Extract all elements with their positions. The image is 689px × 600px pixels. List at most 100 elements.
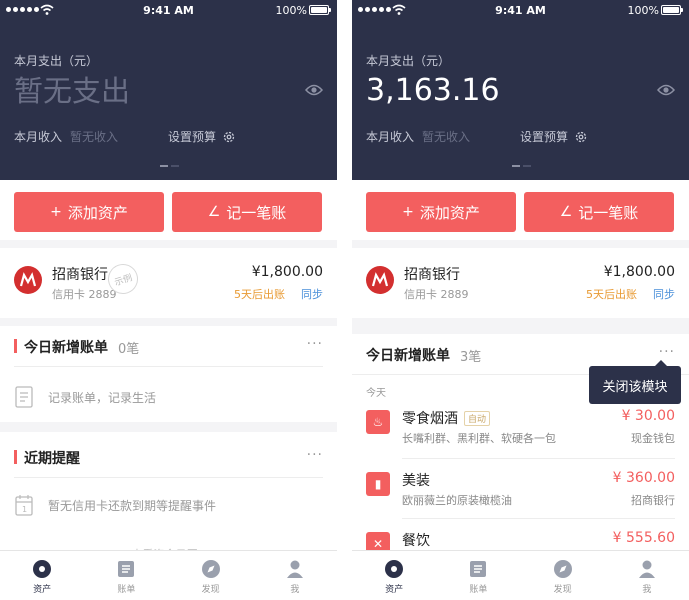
- status-bar: 9:41 AM 100%: [352, 0, 689, 22]
- new-bills-header: 今日新增账单 0笔 ···: [0, 326, 337, 366]
- tab-discover-label: 发现: [201, 585, 220, 595]
- bank-account-card[interactable]: 招商银行 信用卡 2889 示例 ¥1,800.00 5天后出账 同步: [0, 248, 337, 318]
- profile-icon: [638, 560, 655, 578]
- bank-logo-icon: [14, 266, 42, 294]
- bank-logo-icon: [366, 266, 394, 294]
- tab-discover-label: 发现: [553, 585, 572, 595]
- tab-bills-label: 账单: [117, 585, 136, 595]
- tab-bar: 资产 账单 发现 我: [0, 550, 337, 600]
- reminders-card: 近期提醒 ··· 1 暂无信用卡还款到期等提醒事件: [0, 432, 337, 552]
- stage: 9:41 AM 100% 本月支出（元） 暂无支出 本月收入 暂无收入 设置预算…: [0, 0, 689, 600]
- bank-account-card[interactable]: 招商银行 信用卡 2889 ¥1,800.00 5天后出账 同步: [352, 248, 689, 318]
- tab-bar: 资产 账单 发现 我: [352, 550, 689, 600]
- tab-bills-label: 账单: [469, 585, 488, 595]
- eye-icon[interactable]: [657, 83, 675, 97]
- tab-discover[interactable]: 发现: [169, 551, 253, 600]
- bank-card-number: 信用卡 2889: [52, 288, 117, 301]
- divider: [14, 366, 323, 367]
- set-budget-label: 设置预算: [168, 130, 217, 144]
- discover-icon: [553, 560, 572, 578]
- calendar-icon: 1: [15, 495, 33, 516]
- battery-percent: 100%: [275, 4, 307, 17]
- battery-icon: [309, 5, 331, 15]
- bank-name: 招商银行: [52, 267, 108, 283]
- sync-button[interactable]: 同步: [301, 286, 323, 302]
- section-marker: [14, 339, 17, 353]
- bill-account: 现金钱包: [631, 432, 675, 445]
- tab-assets-label: 资产: [33, 585, 52, 595]
- bill-due-status: 5天后出账: [586, 288, 637, 301]
- tab-bills[interactable]: 账单: [436, 551, 520, 600]
- bill-title: 零食烟酒 自动: [402, 408, 491, 428]
- record-bill-button[interactable]: ∠ 记一笔账: [524, 192, 674, 232]
- tab-profile[interactable]: 我: [253, 551, 337, 600]
- pencil-icon: ∠: [559, 204, 573, 220]
- cosmetics-icon: ▮: [366, 472, 390, 496]
- record-bill-button[interactable]: ∠ 记一笔账: [172, 192, 322, 232]
- bills-icon: [118, 561, 135, 577]
- divider: [402, 458, 675, 459]
- document-icon: [15, 386, 33, 408]
- bill-title: 美装: [402, 470, 430, 490]
- more-icon[interactable]: ···: [307, 447, 323, 463]
- bill-item[interactable]: ▮ 美装 欧丽薇兰的原装橄榄油 ¥ 360.00 招商银行: [352, 462, 689, 520]
- bank-balance: ¥1,800.00: [603, 264, 675, 280]
- sync-button[interactable]: 同步: [653, 286, 675, 302]
- reminders-empty: 1 暂无信用卡还款到期等提醒事件: [14, 494, 216, 516]
- bill-due-status: 5天后出账: [234, 288, 285, 301]
- tab-assets[interactable]: 资产: [0, 551, 84, 600]
- bill-item[interactable]: ♨ 零食烟酒 自动 长嘴利群、黑利群、软硬各一包 ¥ 30.00 现金钱包: [352, 400, 689, 458]
- tab-discover[interactable]: 发现: [521, 551, 605, 600]
- plus-icon: +: [402, 204, 414, 220]
- phone-screen-with-bills: 9:41 AM 100% 本月支出（元） 3,163.16 本月收入 暂无收入 …: [352, 0, 689, 600]
- gear-icon: [223, 131, 235, 142]
- reminders-header: 近期提醒 ···: [0, 437, 337, 477]
- close-module-tooltip[interactable]: 关闭该模块: [589, 360, 681, 404]
- status-bar: 9:41 AM 100%: [0, 0, 337, 22]
- month-expense-amount: 3,163.16: [366, 73, 500, 108]
- bank-card-number: 信用卡 2889: [404, 288, 469, 301]
- add-asset-label: 添加资产: [419, 203, 480, 222]
- month-expense-label: 本月支出（元）: [366, 54, 451, 68]
- action-bar: + 添加资产 ∠ 记一笔账: [0, 180, 337, 240]
- bill-title: 餐饮: [402, 530, 430, 550]
- divider: [402, 518, 675, 519]
- add-asset-button[interactable]: + 添加资产: [14, 192, 164, 232]
- bill-account: 招商银行: [631, 494, 675, 507]
- record-bill-label: 记一笔账: [226, 203, 287, 222]
- new-bills-title: 今日新增账单: [366, 348, 450, 364]
- today-label: 今天: [366, 388, 386, 399]
- page-indicator: [160, 165, 179, 167]
- battery-icon: [661, 5, 683, 15]
- bill-amount: ¥ 360.00: [612, 470, 675, 486]
- eye-icon[interactable]: [305, 83, 323, 97]
- more-icon[interactable]: ···: [659, 344, 675, 360]
- reminders-empty-text: 暂无信用卡还款到期等提醒事件: [48, 498, 217, 513]
- tab-assets[interactable]: 资产: [352, 551, 436, 600]
- tab-profile[interactable]: 我: [605, 551, 689, 600]
- auto-badge: 自动: [464, 410, 491, 426]
- bill-description: 长嘴利群、黑利群、软硬各一包: [402, 432, 556, 445]
- month-expense-amount: 暂无支出: [14, 74, 131, 108]
- profile-icon: [286, 560, 303, 578]
- month-expense-label: 本月支出（元）: [14, 54, 99, 68]
- set-budget-label: 设置预算: [520, 130, 569, 144]
- set-budget-button[interactable]: 设置预算: [520, 128, 588, 145]
- tab-profile-label: 我: [642, 585, 652, 595]
- assets-icon: [385, 560, 404, 578]
- more-icon[interactable]: ···: [307, 336, 323, 352]
- phone-screen-empty: 9:41 AM 100% 本月支出（元） 暂无支出 本月收入 暂无收入 设置预算…: [0, 0, 337, 600]
- income-label: 本月收入: [366, 130, 415, 144]
- set-budget-button[interactable]: 设置预算: [168, 128, 236, 145]
- bank-balance: ¥1,800.00: [251, 264, 323, 280]
- new-bills-count: 3笔: [460, 350, 482, 365]
- bill-description: 欧丽薇兰的原装橄榄油: [402, 494, 512, 507]
- section-marker: [14, 450, 17, 464]
- bill-amount: ¥ 30.00: [621, 408, 675, 424]
- bills-icon: [470, 561, 487, 577]
- page-indicator: [512, 165, 531, 167]
- add-asset-button[interactable]: + 添加资产: [366, 192, 516, 232]
- assets-icon: [33, 560, 52, 578]
- new-bills-title: 今日新增账单: [24, 340, 108, 356]
- tab-bills[interactable]: 账单: [84, 551, 168, 600]
